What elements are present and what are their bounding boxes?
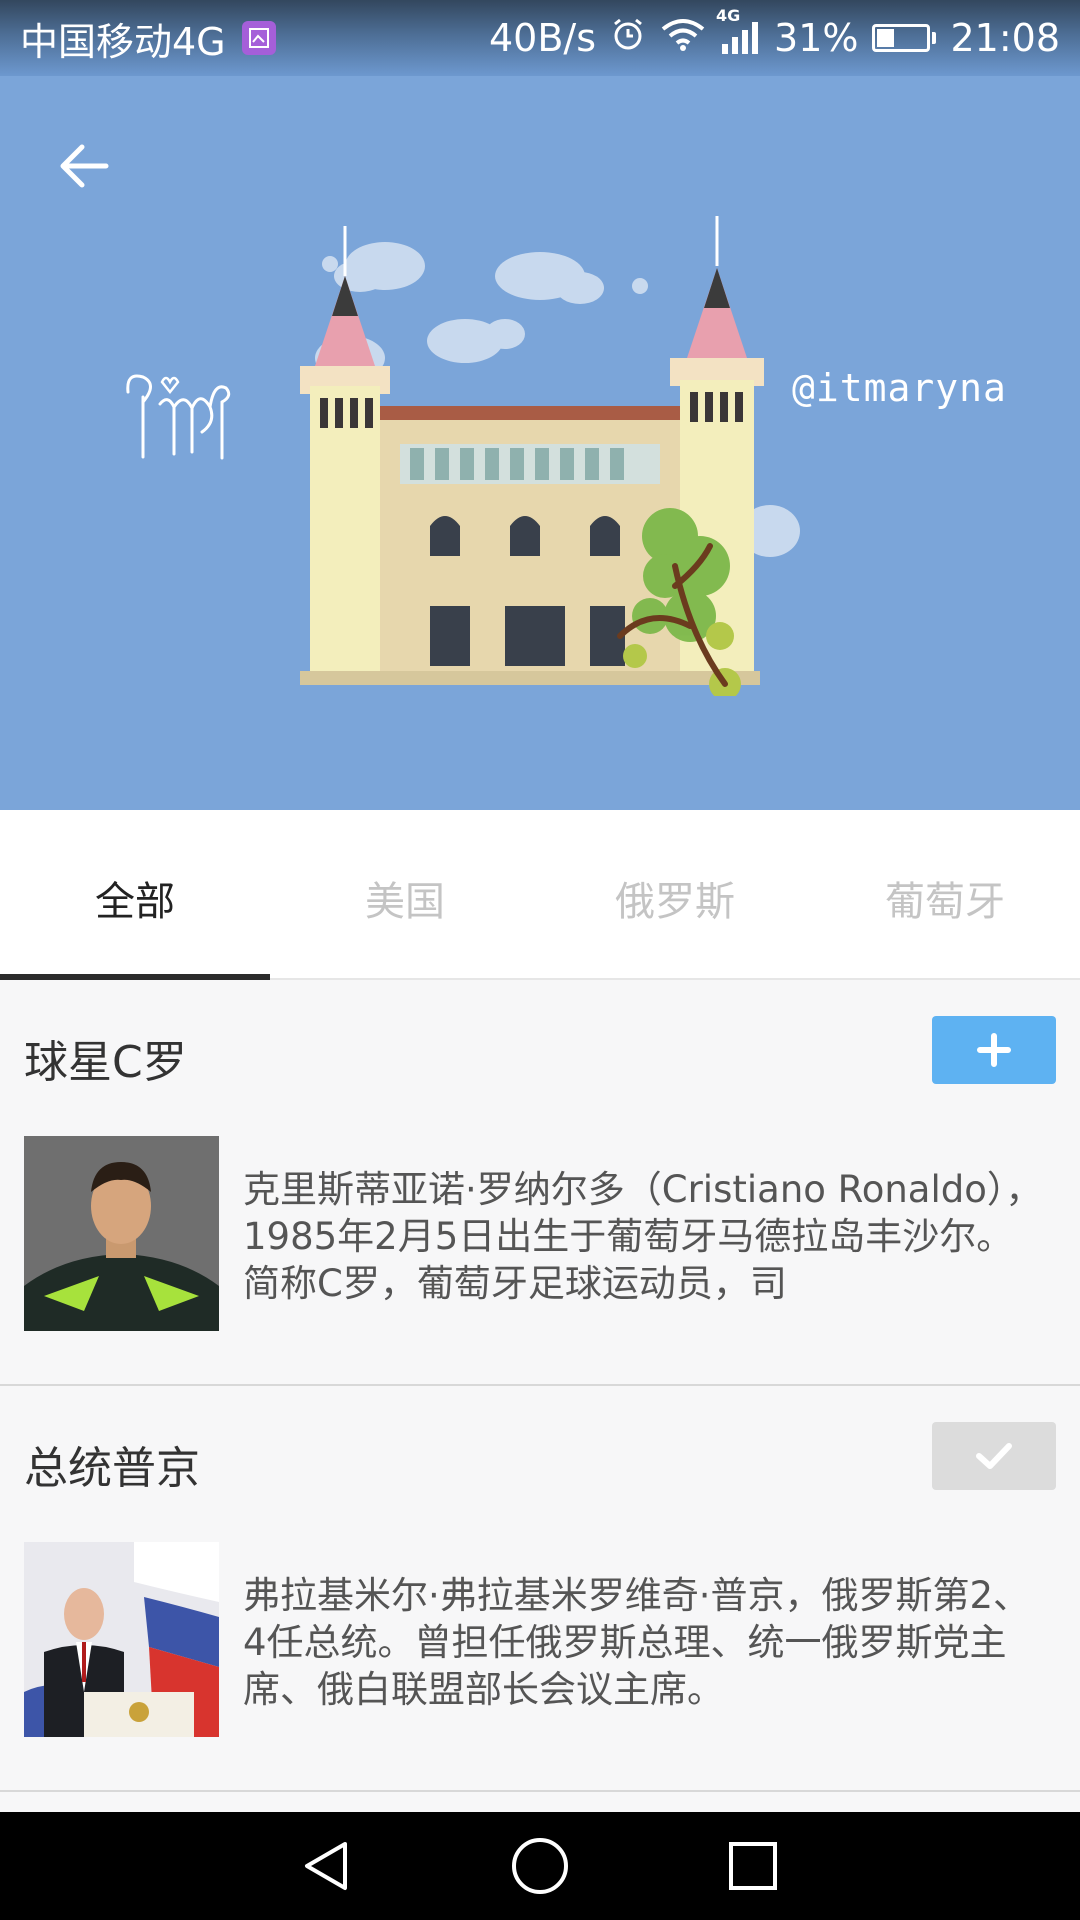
circle-home-icon [511, 1838, 568, 1894]
wifi-icon [660, 16, 706, 60]
network-speed: 40B/s [488, 16, 597, 60]
item-thumbnail[interactable] [24, 1542, 219, 1737]
tab-all[interactable]: 全部 [0, 810, 270, 980]
signal-icon: 4G [716, 6, 760, 56]
clock: 21:08 [950, 16, 1060, 60]
castle-illustration [300, 216, 800, 696]
item-description: 克里斯蒂亚诺·罗纳尔多（Cristiano Ronaldo），1985年2月5日… [243, 1168, 1043, 1305]
author-handle: @itmaryna [792, 366, 1007, 410]
square-recent-icon [729, 1842, 778, 1890]
check-icon [976, 1443, 1012, 1469]
item-description: 弗拉基米尔·弗拉基米罗维奇·普京，俄罗斯第2、4任总统。曾担任俄罗斯总理、统一俄… [243, 1574, 1031, 1711]
gallery-icon [241, 21, 276, 55]
battery-percent: 31% [774, 16, 859, 60]
nav-recent-button[interactable] [713, 1826, 793, 1906]
header-banner: @itmaryna [0, 76, 1080, 810]
arrow-left-icon [60, 144, 109, 188]
status-left: 中国移动4G [20, 11, 276, 66]
tab-usa[interactable]: 美国 [270, 810, 540, 978]
carrier-label: 中国移动4G [20, 19, 226, 64]
followed-button[interactable] [932, 1422, 1056, 1490]
network-type: 4G [716, 6, 741, 25]
list-item[interactable]: 球星C罗 克里斯蒂亚诺·罗纳尔多（Cristiano Ronaldo），1985… [0, 980, 1080, 1386]
topic-list: 球星C罗 克里斯蒂亚诺·罗纳尔多（Cristiano Ronaldo），1985… [0, 980, 1080, 1792]
status-bar: 中国移动4G 40B/s 4G 31% 21:08 [0, 0, 1080, 76]
nav-home-button[interactable] [500, 1826, 580, 1906]
alarm-icon [610, 16, 646, 61]
item-thumbnail[interactable] [24, 1136, 219, 1331]
back-button[interactable] [48, 130, 120, 202]
battery-icon [872, 24, 937, 52]
category-tabs: 全部 美国 俄罗斯 葡萄牙 [0, 810, 1080, 980]
system-nav-bar [0, 1812, 1080, 1920]
status-right: 40B/s 4G 31% 21:08 [488, 6, 1060, 61]
item-title: 总统普京 [24, 1443, 200, 1494]
item-title: 球星C罗 [24, 1037, 187, 1088]
nav-back-button[interactable] [287, 1826, 367, 1906]
triangle-back-icon [304, 1842, 347, 1890]
tab-portugal[interactable]: 葡萄牙 [810, 810, 1080, 978]
plus-icon [977, 1033, 1011, 1067]
add-button[interactable] [932, 1016, 1056, 1084]
signature-logo [126, 374, 231, 460]
tab-russia[interactable]: 俄罗斯 [540, 810, 810, 978]
list-item[interactable]: 总统普京 弗拉基米尔·弗拉基米罗维奇·普京，俄罗斯第2、4任总统。曾担任俄罗斯总… [0, 1386, 1080, 1792]
